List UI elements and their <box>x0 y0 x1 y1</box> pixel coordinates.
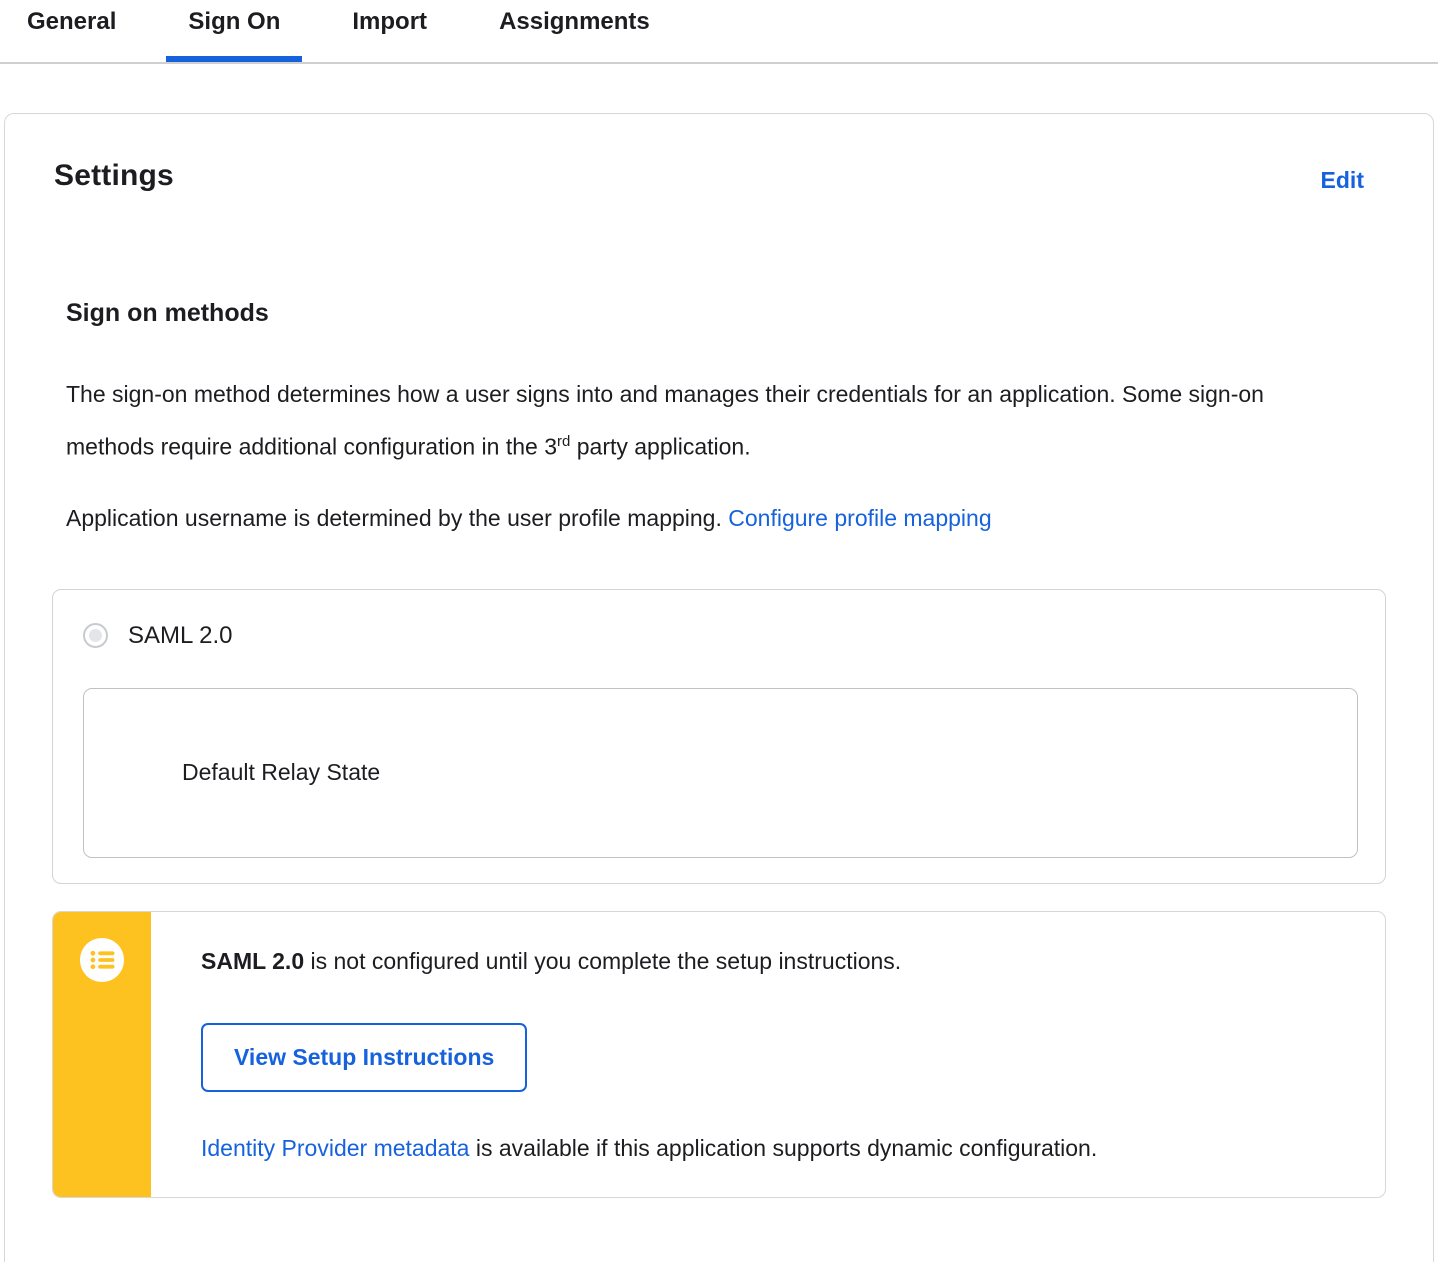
app-tab-bar: General Sign On Import Assignments <box>0 0 1438 64</box>
identity-provider-metadata-link[interactable]: Identity Provider metadata <box>201 1135 469 1161</box>
tab-sign-on[interactable]: Sign On <box>166 0 303 62</box>
description-superscript: rd <box>557 433 571 450</box>
list-icon <box>79 937 125 982</box>
metadata-note: Identity Provider metadata is available … <box>201 1135 1345 1162</box>
tab-import[interactable]: Import <box>330 0 449 60</box>
tab-assignments[interactable]: Assignments <box>477 0 672 60</box>
warning-message: SAML 2.0 is not configured until you com… <box>201 948 1345 975</box>
default-relay-state-box: Default Relay State <box>83 687 1358 858</box>
saml-warning-callout: SAML 2.0 is not configured until you com… <box>52 910 1386 1198</box>
view-setup-instructions-button[interactable]: View Setup Instructions <box>201 1022 528 1092</box>
metadata-note-text: is available if this application support… <box>469 1134 1098 1161</box>
sign-on-description: The sign-on method determines how a user… <box>66 370 1356 471</box>
warning-strip <box>53 911 151 1197</box>
username-note: Application username is determined by th… <box>66 494 1356 542</box>
warning-body: SAML 2.0 is not configured until you com… <box>151 912 1385 1197</box>
tab-general[interactable]: General <box>5 0 138 60</box>
default-relay-state-label: Default Relay State <box>182 759 381 786</box>
username-note-text: Application username is determined by th… <box>66 504 729 531</box>
settings-card: Settings Edit Sign on methods The sign-o… <box>4 113 1434 1262</box>
saml-radio-label: SAML 2.0 <box>128 621 233 649</box>
saml-radio-row: SAML 2.0 <box>83 622 1358 650</box>
edit-link[interactable]: Edit <box>1321 167 1364 194</box>
description-text-end: party application. <box>570 433 751 460</box>
configure-profile-mapping-link[interactable]: Configure profile mapping <box>728 505 991 531</box>
warning-message-text: is not configured until you complete the… <box>304 947 902 974</box>
page-title: Settings <box>54 159 174 192</box>
warning-message-bold: SAML 2.0 <box>201 947 305 974</box>
settings-card-header: Settings Edit <box>52 159 1386 194</box>
saml-method-box: SAML 2.0 Default Relay State <box>52 588 1386 884</box>
saml-radio-button[interactable] <box>83 623 108 649</box>
sign-on-methods-heading: Sign on methods <box>66 299 269 327</box>
